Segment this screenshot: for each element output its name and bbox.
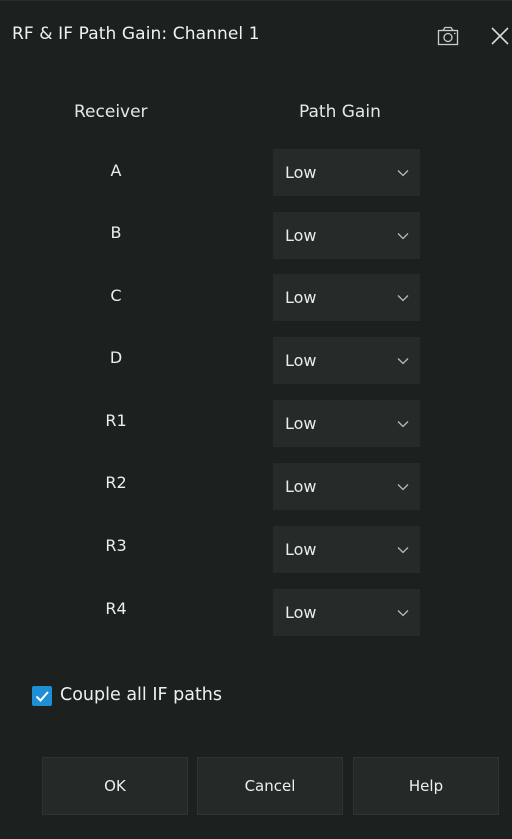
dropdown-value: Low [285,163,317,182]
checkmark-icon [35,691,49,702]
path-gain-dropdown-r2[interactable]: Low [273,463,420,510]
path-gain-dropdown-r4[interactable]: Low [273,589,420,636]
dropdown-value: Low [285,477,317,496]
receiver-label-d: D [109,348,123,367]
ok-button-label: OK [104,777,126,795]
chevron-down-icon [397,610,409,617]
help-button-label: Help [408,777,444,795]
chevron-down-icon [397,484,409,491]
dropdown-value: Low [285,288,317,307]
couple-if-paths-checkbox[interactable] [32,686,52,706]
chevron-down-icon [397,547,409,554]
receiver-label-b: B [110,223,122,242]
chevron-down-icon [397,233,409,240]
path-gain-dialog: RF & IF Path Gain: Channel 1 Receiver Pa… [0,0,512,839]
dropdown-value: Low [285,351,317,370]
close-icon[interactable] [488,23,510,47]
dropdown-value: Low [285,540,317,559]
path-gain-dropdown-b[interactable]: Low [273,212,420,259]
receiver-column-header: Receiver [74,102,148,122]
chevron-down-icon [397,170,409,177]
receiver-label-r3: R3 [105,536,127,555]
camera-icon[interactable] [435,25,463,47]
path-gain-dropdown-d[interactable]: Low [273,337,420,384]
receiver-label-c: C [110,286,122,305]
dropdown-value: Low [285,603,317,622]
path-gain-dropdown-r1[interactable]: Low [273,400,420,447]
dropdown-value: Low [285,414,317,433]
receiver-label-r2: R2 [105,473,127,492]
couple-if-paths-label[interactable]: Couple all IF paths [60,685,222,705]
path-gain-dropdown-a[interactable]: Low [273,149,420,196]
receiver-label-a: A [110,161,122,180]
title-bar: RF & IF Path Gain: Channel 1 [0,1,512,71]
receiver-label-r1: R1 [105,411,127,430]
path-gain-dropdown-c[interactable]: Low [273,274,420,321]
path-gain-dropdown-r3[interactable]: Low [273,526,420,573]
dialog-title: RF & IF Path Gain: Channel 1 [12,24,260,44]
dropdown-value: Low [285,226,317,245]
help-button[interactable]: Help [353,757,499,815]
ok-button[interactable]: OK [42,757,188,815]
cancel-button[interactable]: Cancel [197,757,343,815]
path-gain-column-header: Path Gain [299,102,381,122]
receiver-label-r4: R4 [105,599,127,618]
chevron-down-icon [397,295,409,302]
chevron-down-icon [397,358,409,365]
chevron-down-icon [397,421,409,428]
cancel-button-label: Cancel [244,777,296,795]
